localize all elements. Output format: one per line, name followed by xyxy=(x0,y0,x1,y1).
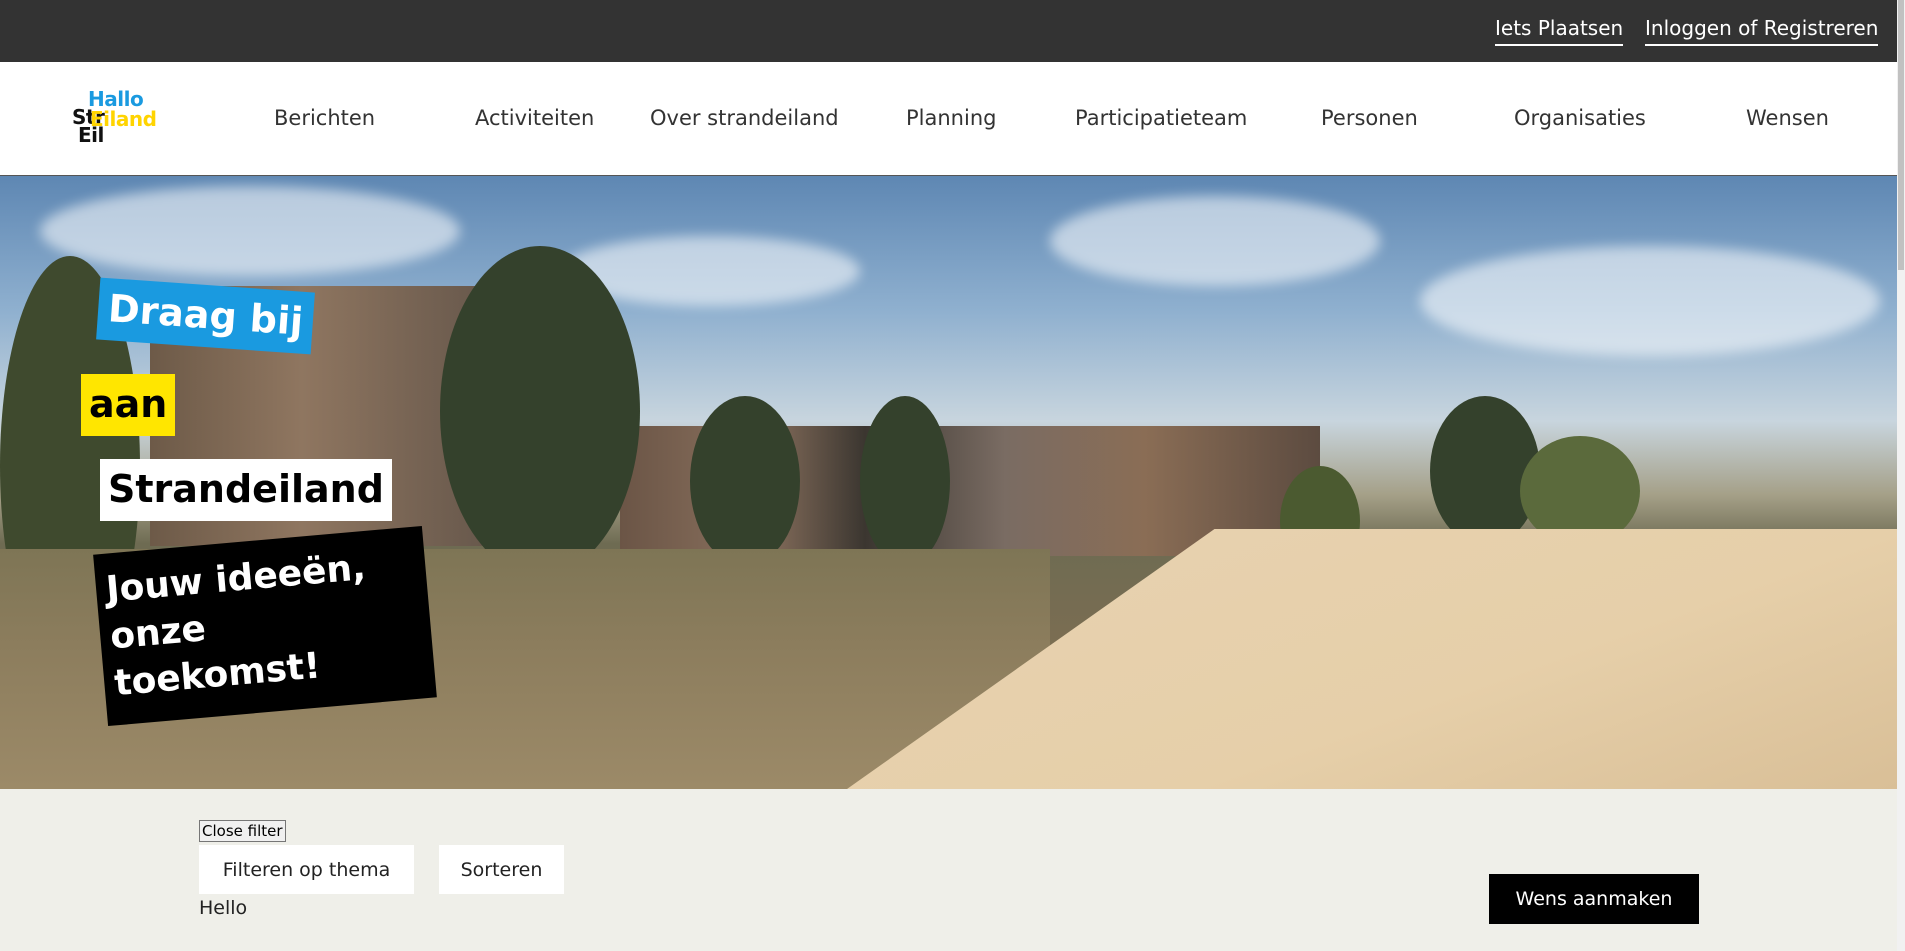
hero-tree xyxy=(690,396,800,566)
nav-item-planning[interactable]: Planning xyxy=(906,106,996,130)
post-something-link[interactable]: Iets Plaatsen xyxy=(1495,16,1624,46)
hero-tagline: Jouw ideeën, onze toekomst! xyxy=(93,525,437,727)
cloud-shape xyxy=(1050,196,1380,286)
hello-text: Hello xyxy=(199,897,248,919)
create-wish-button[interactable]: Wens aanmaken xyxy=(1489,874,1699,924)
close-filter-button[interactable]: Close filter xyxy=(199,820,286,842)
hero-tree xyxy=(440,246,640,576)
hero-tree xyxy=(860,396,950,566)
logo-text-ei: Eil xyxy=(78,123,104,147)
nav-item-activiteiten[interactable]: Activiteiten xyxy=(475,106,594,130)
site-logo[interactable]: Hallo Str Eiland Eil xyxy=(70,87,157,149)
login-register-link[interactable]: Inloggen of Registreren xyxy=(1645,16,1879,46)
cloud-shape xyxy=(40,186,460,276)
site-header: Hallo Str Eiland Eil Berichten Activitei… xyxy=(0,62,1897,176)
page-scrollbar[interactable] xyxy=(1897,0,1905,951)
filter-theme-button[interactable]: Filteren op thema xyxy=(199,845,414,894)
scrollbar-thumb[interactable] xyxy=(1898,0,1904,270)
top-bar: Iets Plaatsen Inloggen of Registreren xyxy=(0,0,1897,62)
cloud-shape xyxy=(1420,246,1880,356)
filter-section: Close filter Filteren op thema Sorteren … xyxy=(0,789,1897,951)
hero-headline-line2: aan xyxy=(81,374,176,436)
nav-item-wensen[interactable]: Wensen xyxy=(1746,106,1829,130)
hero-headline-line3: Strandeiland xyxy=(100,459,392,521)
nav-item-personen[interactable]: Personen xyxy=(1321,106,1418,130)
nav-item-berichten[interactable]: Berichten xyxy=(274,106,375,130)
nav-item-participatieteam[interactable]: Participatieteam xyxy=(1075,106,1247,130)
sort-button[interactable]: Sorteren xyxy=(439,845,564,894)
nav-item-organisaties[interactable]: Organisaties xyxy=(1514,106,1646,130)
nav-item-over-strandeiland[interactable]: Over strandeiland xyxy=(650,106,839,130)
